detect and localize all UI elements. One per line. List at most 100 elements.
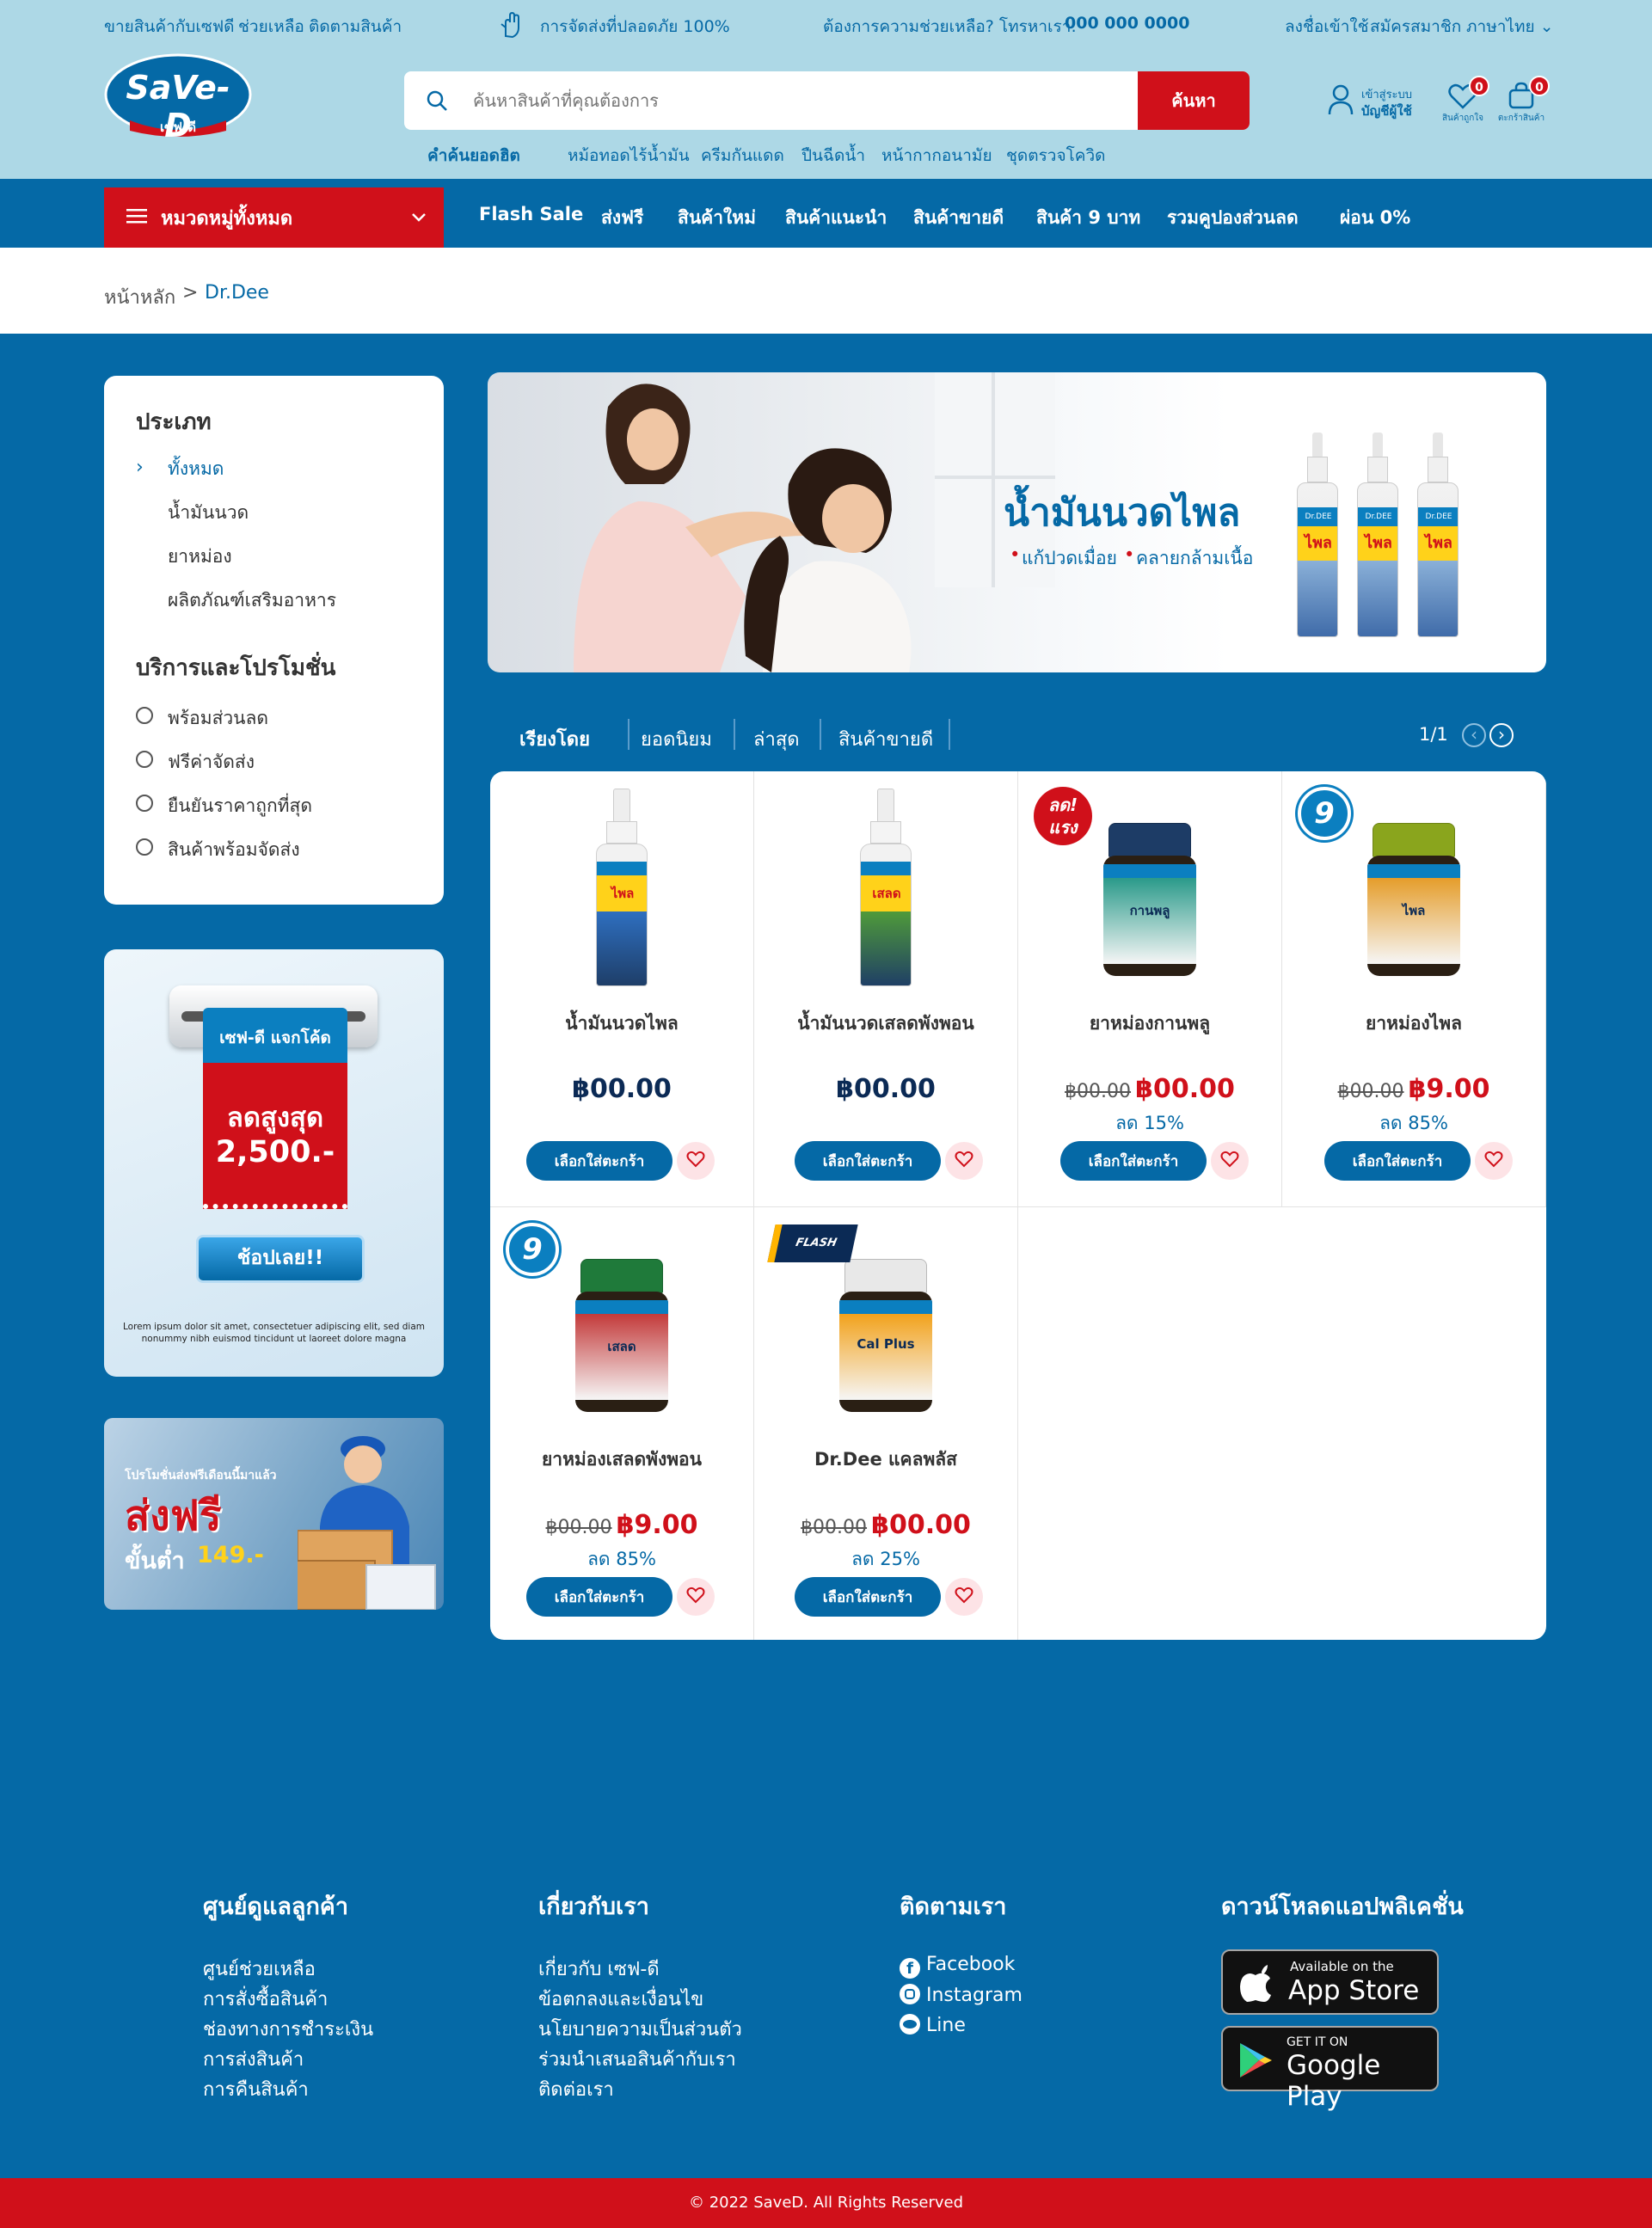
product-label-text: เสลด <box>861 875 911 911</box>
free-shipping-promo[interactable]: โปรโมชั่นส่งฟรีเดือนนี้มาแล้ว ส่งฟรี ขั้… <box>104 1418 444 1610</box>
product-image[interactable]: เสลด <box>553 1224 691 1422</box>
footer-link[interactable]: ศูนย์ช่วยเหลือ <box>203 1954 316 1984</box>
help-text: ต้องการความช่วยเหลือ? โทรหาเรา: <box>823 17 1077 36</box>
wishlist-button[interactable] <box>1211 1142 1249 1180</box>
nav-link-9-baht[interactable]: สินค้า 9 บาท <box>1036 204 1140 232</box>
safe-delivery-text: การจัดส่งที่ปลอดภัย 100% <box>540 17 730 36</box>
topbar-link-help[interactable]: ช่วยเหลือ <box>238 14 304 40</box>
wishlist-button[interactable] <box>677 1578 715 1616</box>
add-to-cart-button[interactable]: เลือกใส่ตะกร้า <box>526 1141 672 1181</box>
topbar-link-sell[interactable]: ขายสินค้ากับเซฟดี <box>104 14 235 40</box>
hot-search-item[interactable]: หม้อทอดไร้น้ำมัน <box>568 143 690 169</box>
footer-link[interactable]: การสั่งซื้อสินค้า <box>203 1984 328 2014</box>
product-name[interactable]: ยาหม่องเสลดพังพอน <box>490 1445 753 1474</box>
coupon-line1: ลดสูงสุด <box>226 1102 324 1133</box>
nav-link-coupons[interactable]: รวมคูปองส่วนลด <box>1167 204 1299 232</box>
shop-now-button[interactable]: ช้อปเลย!! <box>196 1235 365 1283</box>
topbar-link-track[interactable]: ติดตามสินค้า <box>309 14 402 40</box>
footer-social-facebook[interactable]: f Facebook <box>900 1954 1015 1979</box>
nav-link-recommended[interactable]: สินค้าแนะนำ <box>785 204 887 232</box>
footer-link[interactable]: ช่องทางการชำระเงิน <box>203 2014 373 2044</box>
product-name[interactable]: น้ำมันนวดเสลดพังพอน <box>754 1010 1017 1038</box>
service-radio[interactable] <box>136 751 153 768</box>
product-name[interactable]: ยาหม่องกานพลู <box>1018 1010 1281 1038</box>
nav-link-flash-sale[interactable]: Flash Sale <box>479 204 583 224</box>
type-filter-item[interactable]: น้ำมันนวด <box>168 499 249 527</box>
service-radio[interactable] <box>136 795 153 812</box>
footer-link[interactable]: การส่งสินค้า <box>203 2044 304 2074</box>
site-logo[interactable]: SaVe-D เซฟ-ดี <box>104 53 252 144</box>
register-link[interactable]: สมัครสมาชิก <box>1370 14 1461 40</box>
google-play-button[interactable]: GET IT ON Google Play <box>1221 2026 1439 2112</box>
sort-option-popular[interactable]: ยอดนิยม <box>641 724 712 754</box>
hot-search-item[interactable]: ปืนฉีดน้ำ <box>801 143 865 169</box>
footer-link[interactable]: เกี่ยวกับ เซฟ-ดี <box>538 1954 660 1984</box>
type-filter-item[interactable]: ยาหม่อง <box>168 543 232 571</box>
product-image[interactable]: เสลด <box>817 789 955 986</box>
footer-social-instagram[interactable]: Instagram <box>900 1984 1023 2006</box>
service-radio[interactable] <box>136 838 153 856</box>
product-name[interactable]: น้ำมันนวดไพล <box>490 1010 753 1038</box>
search-button[interactable]: ค้นหา <box>1138 71 1250 130</box>
product-card[interactable]: ไพล 9 ยาหม่องไพล ฿00.00 ฿9.00 ลด 85% เลือกใส่… <box>1282 771 1546 1207</box>
language-selector[interactable]: ภาษาไทย ⌄ <box>1466 14 1554 40</box>
hero-banner[interactable]: น้ำมันนวดไพล • แก้ปวดเมื่อย • คลายกล้ามเ… <box>488 372 1546 672</box>
cart-button[interactable]: 0 ตะกร้าสินค้า <box>1495 76 1550 126</box>
product-card[interactable]: เสลด น้ำมันนวดเสลดพังพอน ฿00.00 เลือกใส่ตะก… <box>754 771 1018 1207</box>
nav-link-installment[interactable]: ผ่อน 0% <box>1340 204 1410 232</box>
prev-page-icon[interactable]: ‹ <box>1462 723 1486 747</box>
wishlist-button[interactable]: 0 สินค้าถูกใจ <box>1438 76 1489 126</box>
product-name[interactable]: ยาหม่องไพล <box>1282 1010 1545 1038</box>
nav-link-new[interactable]: สินค้าใหม่ <box>678 204 756 232</box>
product-image[interactable]: กานพลู <box>1081 789 1219 986</box>
footer-social-line[interactable]: Line <box>900 2014 966 2036</box>
product-name[interactable]: Dr.Dee แคลพลัส <box>754 1445 1017 1474</box>
nav-link-free-shipping[interactable]: ส่งฟรี <box>601 204 643 232</box>
hot-search-item[interactable]: ครีมกันแดด <box>701 143 784 169</box>
coupon-promo-card[interactable]: เซฟ-ดี แจกโค้ด ลดสูงสุด 2,500.- ช้อปเลย!… <box>104 949 444 1377</box>
google-play-big: Google Play <box>1287 2050 1381 2112</box>
app-store-button[interactable]: Available on the App Store <box>1221 1949 1439 2015</box>
account-button[interactable]: เข้าสู่ระบบ บัญชีผู้ใช้ <box>1327 82 1422 125</box>
facebook-icon: f <box>900 1958 920 1979</box>
add-to-cart-button[interactable]: เลือกใส่ตะกร้า <box>795 1141 941 1181</box>
product-card[interactable]: เสลด 9 ยาหม่องเสลดพังพอน ฿00.00 ฿9.00 ลด 85%… <box>490 1207 754 1640</box>
product-label-text: ไพล <box>597 875 647 911</box>
type-filter-item[interactable]: ทั้งหมด <box>168 455 224 483</box>
shipping-min-value: 149.- <box>197 1542 264 1568</box>
wishlist-button[interactable] <box>677 1142 715 1180</box>
footer-link[interactable]: การคืนสินค้า <box>203 2074 309 2104</box>
type-filter-item[interactable]: ผลิตภัณฑ์เสริมอาหาร <box>168 586 336 615</box>
login-link[interactable]: ลงชื่อเข้าใช้ <box>1285 14 1369 40</box>
product-card[interactable]: Cal Plus FLASH SALE Dr.Dee แคลพลัส ฿00.00 ฿… <box>754 1207 1018 1640</box>
product-card[interactable]: กานพลู ลด! แรง ยาหม่องกานพลู ฿00.00 ฿00.00 ล… <box>1018 771 1282 1207</box>
search-input[interactable] <box>473 71 1127 130</box>
product-card[interactable]: ไพล น้ำมันนวดไพล ฿00.00 เลือกใส่ตะกร้า <box>490 771 754 1207</box>
footer-link[interactable]: ร่วมนำเสนอสินค้ากับเรา <box>538 2044 736 2074</box>
bottle-brand: Dr.DEE <box>1358 507 1397 526</box>
hot-search-item[interactable]: หน้ากากอนามัย <box>881 143 992 169</box>
sort-option-latest[interactable]: ล่าสุด <box>753 724 800 754</box>
wishlist-button[interactable] <box>945 1142 983 1180</box>
google-play-icon <box>1237 2041 1274 2083</box>
footer-link[interactable]: ติดต่อเรา <box>538 2074 614 2104</box>
hot-search-item[interactable]: ชุดตรวจโควิด <box>1006 143 1106 169</box>
add-to-cart-button[interactable]: เลือกใส่ตะกร้า <box>795 1577 941 1617</box>
product-image[interactable]: ไพล <box>1345 789 1483 986</box>
wishlist-button[interactable] <box>945 1578 983 1616</box>
service-radio[interactable] <box>136 707 153 724</box>
sort-option-best-seller[interactable]: สินค้าขายดี <box>838 724 933 754</box>
footer-link[interactable]: นโยบายความเป็นส่วนตัว <box>538 2014 742 2044</box>
nav-link-best-seller[interactable]: สินค้าขายดี <box>913 204 1004 232</box>
footer-title-about: เกี่ยวกับเรา <box>538 1893 649 1920</box>
next-page-icon[interactable]: › <box>1489 723 1514 747</box>
add-to-cart-button[interactable]: เลือกใส่ตะกร้า <box>1324 1141 1471 1181</box>
add-to-cart-button[interactable]: เลือกใส่ตะกร้า <box>1060 1141 1207 1181</box>
wishlist-button[interactable] <box>1475 1142 1513 1180</box>
product-image[interactable]: ไพล <box>553 789 691 986</box>
phone-number[interactable]: 000 000 0000 <box>1065 14 1189 33</box>
add-to-cart-button[interactable]: เลือกใส่ตะกร้า <box>526 1577 672 1617</box>
breadcrumb-home[interactable]: หน้าหลัก <box>104 282 175 312</box>
all-categories-button[interactable]: หมวดหมู่ทั้งหมด <box>104 187 444 248</box>
footer-link[interactable]: ข้อตกลงและเงื่อนไข <box>538 1984 703 2014</box>
